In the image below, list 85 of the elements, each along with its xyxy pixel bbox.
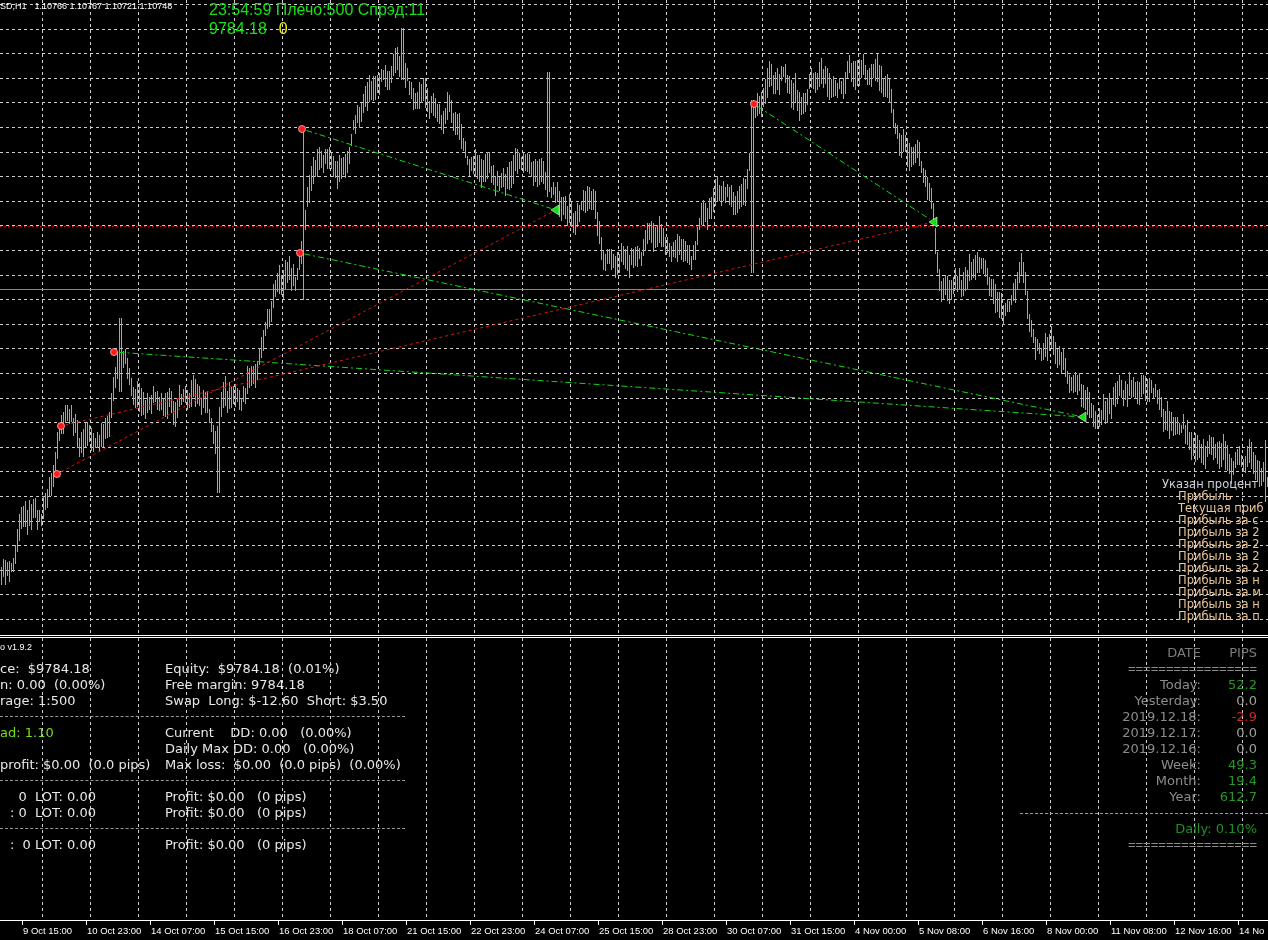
time-label: 24 Oct 07:00 — [535, 925, 590, 937]
account-info-text: n: 0.00 (0.00%) — [0, 677, 106, 693]
stat-value: 612.7 — [1219, 789, 1257, 805]
profit-note: Текущая приб — [1178, 502, 1264, 514]
dot-marker-icon — [296, 249, 304, 257]
stat-value: 0.0 — [1236, 725, 1257, 741]
profit-note: Прибыль за с — [1178, 514, 1259, 526]
stat-label: Today: — [1159, 677, 1201, 693]
time-label: 15 Oct 15:00 — [215, 925, 270, 937]
account-info-text: Free margin: 9784.18 — [165, 677, 305, 693]
time-label: 28 Oct 23:00 — [663, 925, 718, 937]
time-label: 30 Oct 07:00 — [727, 925, 782, 937]
stat-value: 49.3 — [1228, 757, 1257, 773]
stat-label: 2019.12.17: — [1122, 725, 1201, 741]
daily-percent: Daily: 0.10% — [1175, 821, 1257, 837]
time-label: 8 Nov 00:00 — [1047, 925, 1099, 937]
time-label: 25 Oct 15:00 — [599, 925, 654, 937]
account-info-text: ce: $9784.18 — [0, 661, 90, 677]
orders-count: 0 — [278, 19, 288, 38]
time-label: 14 Oct 07:00 — [151, 925, 206, 937]
time-label: 9 Oct 15:00 — [23, 925, 73, 937]
time-label: 22 Oct 23:00 — [471, 925, 526, 937]
time-label: 11 Nov 08:00 — [1111, 925, 1167, 937]
profit-note: Прибыль за м — [1178, 586, 1261, 598]
account-info-text: Equity: $9784.18 (0.01%) — [165, 661, 340, 677]
stat-label: Week: — [1161, 757, 1201, 773]
stat-value: -2.9 — [1231, 709, 1257, 725]
dot-marker-icon — [110, 348, 118, 356]
profit-note: Прибыль — [1178, 490, 1232, 502]
account-info-text: ad: 1.10 — [0, 725, 54, 741]
time-label: 21 Oct 15:00 — [407, 925, 462, 937]
stat-value: 0.0 — [1236, 741, 1257, 757]
stat-value: 52.2 — [1228, 677, 1257, 693]
time-label: 14 No — [1239, 925, 1265, 937]
indicator-title: o v1.9.2 — [0, 641, 33, 653]
profit-note: Прибыль за 2 — [1178, 538, 1260, 550]
server-info-text: 23:54:59 Плечо:500 Спрэд:11 — [209, 0, 426, 19]
balance-value: 9784.18 — [209, 19, 267, 38]
profit-note: Прибыль за 2 — [1178, 562, 1260, 574]
account-info-text: Max loss: $0.00 (0.0 pips) (0.00%) — [165, 757, 401, 773]
account-info-text: Profit: $0.00 (0 pips) — [165, 789, 307, 805]
dot-marker-icon — [57, 422, 65, 430]
account-info-text: : 0 LOT: 0.00 — [9, 837, 96, 853]
equals-rule: ================= — [1127, 837, 1257, 853]
account-info-text: Profit: $0.00 (0 pips) — [165, 805, 307, 821]
account-info-text: Daily Max DD: 0.00 (0.00%) — [165, 741, 355, 757]
stat-label: 2019.12.18: — [1122, 709, 1201, 725]
equals-rule: ================= — [1127, 661, 1257, 677]
account-info-text: profit: $0.00 (0.0 pips) — [0, 757, 151, 773]
account-info-text: : 0 LOT: 0.00 — [9, 805, 96, 821]
symbol-timeframe: SD,H1 — [0, 1, 27, 12]
account-info-text: Current DD: 0.00 (0.00%) — [165, 725, 352, 741]
profit-note: Прибыль за 2 — [1178, 526, 1260, 538]
profit-note: Прибыль за н — [1178, 574, 1260, 586]
time-label: 5 Nov 08:00 — [919, 925, 971, 937]
account-info-text: rage: 1:500 — [0, 693, 76, 709]
time-label: 10 Oct 23:00 — [87, 925, 142, 937]
dot-marker-icon — [53, 470, 61, 478]
triangle-marker-icon — [550, 204, 560, 216]
stat-label: Month: — [1155, 773, 1201, 789]
triangle-marker-icon — [1077, 411, 1087, 423]
time-label: 6 Nov 16:00 — [983, 925, 1035, 937]
dot-marker-icon — [750, 100, 758, 108]
profit-note: Прибыль за п — [1178, 610, 1260, 622]
account-info-text: Swap Long: $-12.60 Short: $3.50 — [165, 693, 388, 709]
column-header: DATE — [1167, 645, 1201, 661]
stat-label: 2019.12.16: — [1122, 741, 1201, 757]
profit-note: Прибыль за н — [1178, 598, 1260, 610]
time-label: 4 Nov 00:00 — [855, 925, 907, 937]
ohlc-prices: 1.10766 1.10767 1.10721 1.10748 — [34, 1, 173, 12]
stat-value: 19.4 — [1228, 773, 1257, 789]
time-label: 12 Nov 16:00 — [1175, 925, 1232, 937]
time-label: 16 Oct 23:00 — [279, 925, 334, 937]
stat-label: Yesterday: — [1134, 693, 1201, 709]
dot-marker-icon — [298, 125, 306, 133]
account-info-text: Profit: $0.00 (0 pips) — [165, 837, 307, 853]
stat-label: Year: — [1169, 789, 1201, 805]
stat-value: 0.0 — [1236, 693, 1257, 709]
notes-heading: Указан процент — [1162, 478, 1259, 490]
triangle-marker-icon — [928, 216, 938, 228]
profit-note: Прибыль за 2 — [1178, 550, 1260, 562]
column-header: PIPS — [1229, 645, 1257, 661]
time-label: 18 Oct 07:00 — [343, 925, 398, 937]
time-label: 31 Oct 15:00 — [791, 925, 846, 937]
account-info-text: 0 LOT: 0.00 — [18, 789, 96, 805]
